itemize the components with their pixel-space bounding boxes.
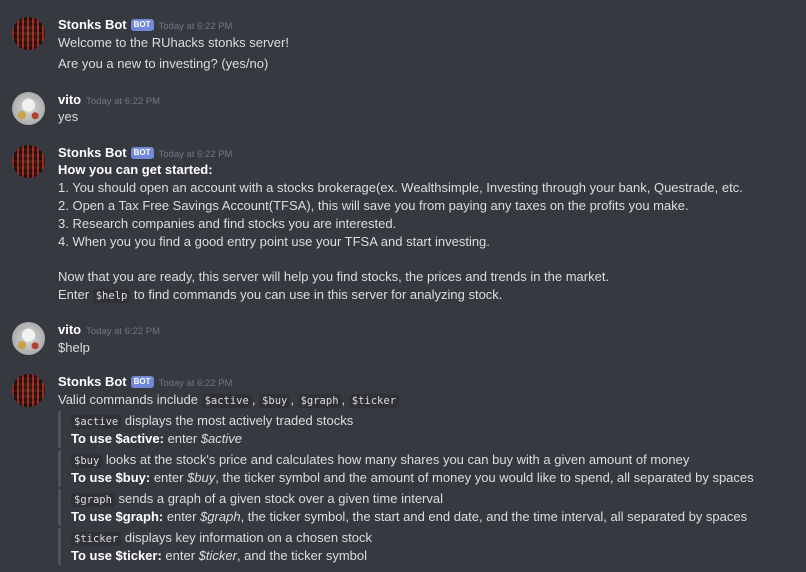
- blockquote-bar: [58, 450, 61, 487]
- message-header: Stonks Bot BOT Today at 6:22 PM: [58, 374, 232, 389]
- command-description: $active displays the most actively trade…: [71, 413, 354, 429]
- usage-label: To use $active:: [71, 431, 164, 446]
- command-usage: To use $ticker: enter $ticker, and the t…: [71, 548, 367, 563]
- command-description: $graph sends a graph of a given stock ov…: [71, 491, 444, 507]
- text-span: , the ticker symbol and the amount of mo…: [215, 470, 754, 485]
- username[interactable]: Stonks Bot: [58, 374, 127, 389]
- text-span: , and the ticker symbol: [236, 548, 368, 563]
- command-emphasis: $buy: [187, 470, 216, 485]
- command-emphasis: $ticker: [198, 548, 237, 563]
- text-span: sends a graph of a given stock over a gi…: [114, 491, 444, 506]
- command-description: $ticker displays key information on a ch…: [71, 530, 373, 546]
- inline-code: $active: [71, 415, 122, 429]
- message-group: Stonks Bot BOT Today at 6:22 PM Valid comm…: [0, 0, 806, 572]
- usage-label: To use $ticker:: [71, 548, 162, 563]
- usage-label: To use $graph:: [71, 509, 164, 524]
- command-usage: To use $active: enter $active: [71, 431, 242, 446]
- text-span: looks at the stock's price and calculate…: [102, 452, 690, 467]
- text-span: Valid commands include: [58, 392, 202, 407]
- timestamp: Today at 6:22 PM: [158, 378, 233, 389]
- separator: ,: [341, 392, 349, 407]
- text-span: enter: [150, 470, 188, 485]
- text-span: enter: [161, 548, 199, 563]
- command-usage: To use $graph: enter $graph, the ticker …: [71, 509, 747, 524]
- command-description: $buy looks at the stock's price and calc…: [71, 452, 690, 468]
- text-span: enter: [163, 509, 201, 524]
- text-span: enter: [163, 431, 201, 446]
- message-text: Valid commands include $active, $buy, $g…: [58, 392, 400, 408]
- blockquote-bar: [58, 489, 61, 526]
- text-span: displays the most actively traded stocks: [121, 413, 354, 428]
- separator: ,: [290, 392, 298, 407]
- bot-badge: BOT: [130, 376, 154, 388]
- text-span: , the ticker symbol, the start and end d…: [240, 509, 748, 524]
- blockquote-bar: [58, 528, 61, 565]
- inline-code: $ticker: [348, 394, 400, 408]
- inline-code: $buy: [71, 454, 103, 468]
- command-usage: To use $buy: enter $buy, the ticker symb…: [71, 470, 754, 485]
- inline-code: $graph: [297, 394, 342, 408]
- inline-code: $graph: [71, 493, 115, 507]
- inline-code: $active: [201, 394, 252, 408]
- inline-code: $buy: [259, 394, 291, 408]
- inline-code: $ticker: [71, 532, 122, 546]
- separator: ,: [251, 392, 260, 407]
- text-span: displays key information on a chosen sto…: [121, 530, 373, 545]
- bot-avatar[interactable]: [12, 374, 45, 407]
- command-emphasis: $active: [200, 431, 243, 446]
- command-emphasis: $graph: [200, 509, 241, 524]
- blockquote-bar: [58, 411, 61, 448]
- usage-label: To use $buy:: [71, 470, 151, 485]
